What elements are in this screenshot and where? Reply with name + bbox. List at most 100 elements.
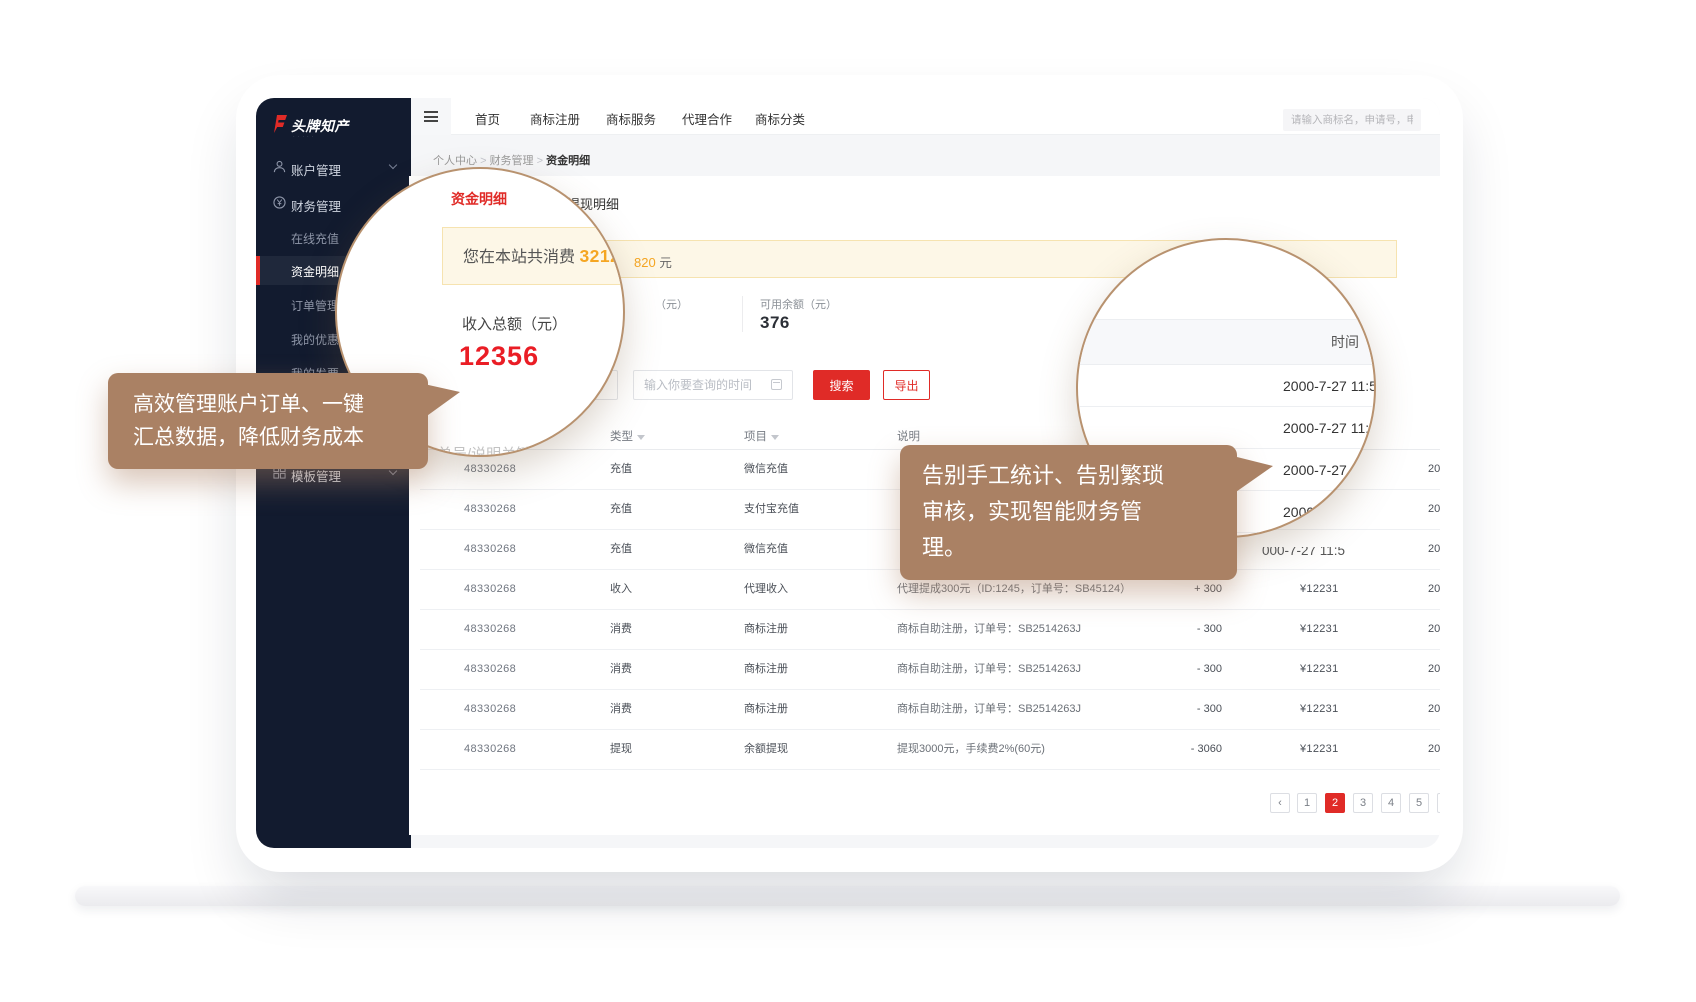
col-project[interactable]: 项目	[744, 428, 779, 444]
banner-amount: 820 元	[634, 252, 672, 271]
cell-time: 2000-7-27 11:58:03	[1428, 730, 1440, 769]
breadcrumb-level1[interactable]: 个人中心	[433, 155, 477, 167]
nav-agent-coop[interactable]: 代理合作	[682, 109, 732, 128]
sidebar-item-orders[interactable]: 订单管理	[291, 297, 339, 314]
magnified-keyword-placeholder: 订单号/说明关键字	[422, 443, 546, 457]
callout-right-line2: 审核，实现智能财务管	[922, 494, 1237, 530]
page-next-partial[interactable]	[1437, 793, 1440, 813]
cell-project: 微信充值	[744, 450, 788, 489]
table-row: 48330268 消费 商标注册 商标自助注册，订单号：SB2514263J -…	[420, 650, 1440, 690]
cell-time: 2000-7-27 11:58:03	[1428, 690, 1440, 729]
banner-amount-number: 820	[634, 255, 656, 270]
nav-trademark-category[interactable]: 商标分类	[755, 109, 805, 128]
calendar-icon[interactable]	[771, 379, 782, 390]
time-fragment-text: 000-7-27 11:5	[1262, 547, 1374, 558]
cell-project: 商标注册	[744, 690, 788, 729]
cell-balance: ¥12231	[1300, 570, 1339, 609]
cell-type: 充值	[610, 450, 632, 489]
cell-order: 48330268	[464, 530, 516, 569]
middle-stat-label-fragment: （元）	[655, 296, 688, 312]
callout-left: 高效管理账户订单、一键 汇总数据，降低财务成本	[108, 373, 428, 469]
callout-left-arrow	[424, 384, 460, 418]
cell-desc: 商标自助注册，订单号：SB2514263J	[897, 650, 1081, 689]
sidebar-item-fund-detail[interactable]: 资金明细	[291, 263, 339, 280]
magnified-banner: 您在本站共消费 32124	[442, 227, 625, 285]
cell-order: 48330268	[464, 650, 516, 689]
cell-balance: ¥12231	[1300, 610, 1339, 649]
page-prev-button[interactable]: ‹	[1270, 793, 1290, 813]
magnified-banner-amount: 32124	[579, 246, 625, 266]
cell-amount: - 3060	[1110, 730, 1222, 769]
sort-caret-icon	[771, 435, 779, 440]
nav-home[interactable]: 首页	[475, 109, 500, 128]
export-button[interactable]: 导出	[883, 370, 930, 400]
magnified-tab: 资金明细	[451, 189, 507, 209]
banner-unit: 元	[659, 256, 672, 270]
cell-type: 充值	[610, 490, 632, 529]
cell-order: 48330268	[464, 730, 516, 769]
cell-project: 商标注册	[744, 610, 788, 649]
page-3-button[interactable]: 3	[1353, 793, 1373, 813]
sidebar-item-account[interactable]: 账户管理	[256, 154, 411, 180]
logo-title: 头牌知产	[291, 116, 349, 136]
hamburger-icon	[424, 111, 438, 122]
col-type[interactable]: 类型	[610, 428, 645, 444]
cell-amount: - 300	[1110, 610, 1222, 649]
nav-trademark-register[interactable]: 商标注册	[530, 109, 580, 128]
table-row: 48330268 提现 余额提现 提现3000元，手续费2%(60元) - 30…	[420, 730, 1440, 770]
page-2-button-active[interactable]: 2	[1325, 793, 1345, 813]
magnified-time-header: 时间	[1078, 319, 1376, 365]
stat-divider	[742, 296, 743, 332]
cell-type: 消费	[610, 650, 632, 689]
magnified-income-label: 收入总额（元）	[462, 313, 567, 334]
cell-time: 2000-7-27 11:58:03	[1428, 650, 1440, 689]
time-value: 2000-7-27 11:58:03	[1283, 449, 1376, 491]
callout-right: 告别手工统计、告别繁琐 审核，实现智能财务管 理。	[900, 445, 1237, 580]
cell-order: 48330268	[464, 610, 516, 649]
callout-right-line1: 告别手工统计、告别繁琐	[922, 458, 1237, 494]
sort-caret-icon	[637, 435, 645, 440]
time-value: 2000-7-27 11:58:03	[1283, 407, 1376, 449]
cell-time: 2000-7-27 11:58:03	[1428, 450, 1440, 489]
cell-time: 2000-7-27 11:58:03	[1428, 530, 1440, 569]
col-desc: 说明	[897, 428, 920, 444]
cell-type: 消费	[610, 690, 632, 729]
time-header-label: 时间	[1331, 320, 1359, 364]
cell-amount: - 300	[1110, 690, 1222, 729]
breadcrumb-level2[interactable]: 财务管理	[490, 155, 534, 167]
time-value: 2000-7-27 11:58:03	[1283, 491, 1376, 533]
search-button[interactable]: 搜索	[813, 370, 870, 400]
cell-time: 2000-7-27 11:58:03	[1428, 610, 1440, 649]
magnified-banner-prefix: 您在本站共消费	[463, 249, 579, 266]
nav-trademark-service[interactable]: 商标服务	[606, 109, 656, 128]
user-icon	[273, 160, 286, 173]
cell-time: 2000-7-27 11:58:03	[1428, 570, 1440, 609]
magnified-time-row: 2000-7-27 11:58:03	[1078, 407, 1376, 449]
page-4-button[interactable]: 4	[1381, 793, 1401, 813]
page-5-button[interactable]: 5	[1409, 793, 1429, 813]
cell-order: 48330268	[464, 490, 516, 529]
cell-project: 微信充值	[744, 530, 788, 569]
callout-right-line3: 理。	[922, 530, 1237, 566]
cell-balance: ¥12231	[1300, 690, 1339, 729]
date-input[interactable]	[633, 370, 793, 400]
laptop-base	[75, 886, 1620, 906]
table-row: 48330268 消费 商标注册 商标自助注册，订单号：SB2514263J -…	[420, 610, 1440, 650]
breadcrumb-separator: >	[537, 155, 543, 167]
sidebar-item-recharge[interactable]: 在线充值	[291, 230, 339, 247]
table-row: 48330268 消费 商标注册 商标自助注册，订单号：SB2514263J -…	[420, 690, 1440, 730]
cell-desc: 商标自助注册，订单号：SB2514263J	[897, 690, 1081, 729]
cell-order: 48330268	[464, 690, 516, 729]
cell-type: 充值	[610, 530, 632, 569]
search-input[interactable]	[1283, 109, 1421, 131]
cell-desc: 商标自助注册，订单号：SB2514263J	[897, 610, 1081, 649]
cell-balance: ¥12231	[1300, 650, 1339, 689]
page-1-button[interactable]: 1	[1297, 793, 1317, 813]
cell-project: 商标注册	[744, 650, 788, 689]
cell-type: 收入	[610, 570, 632, 609]
cell-balance: ¥12231	[1300, 730, 1339, 769]
col-project-label: 项目	[744, 431, 767, 443]
cell-amount: - 300	[1110, 650, 1222, 689]
breadcrumb-current: 资金明细	[546, 155, 590, 167]
cell-project: 余额提现	[744, 730, 788, 769]
